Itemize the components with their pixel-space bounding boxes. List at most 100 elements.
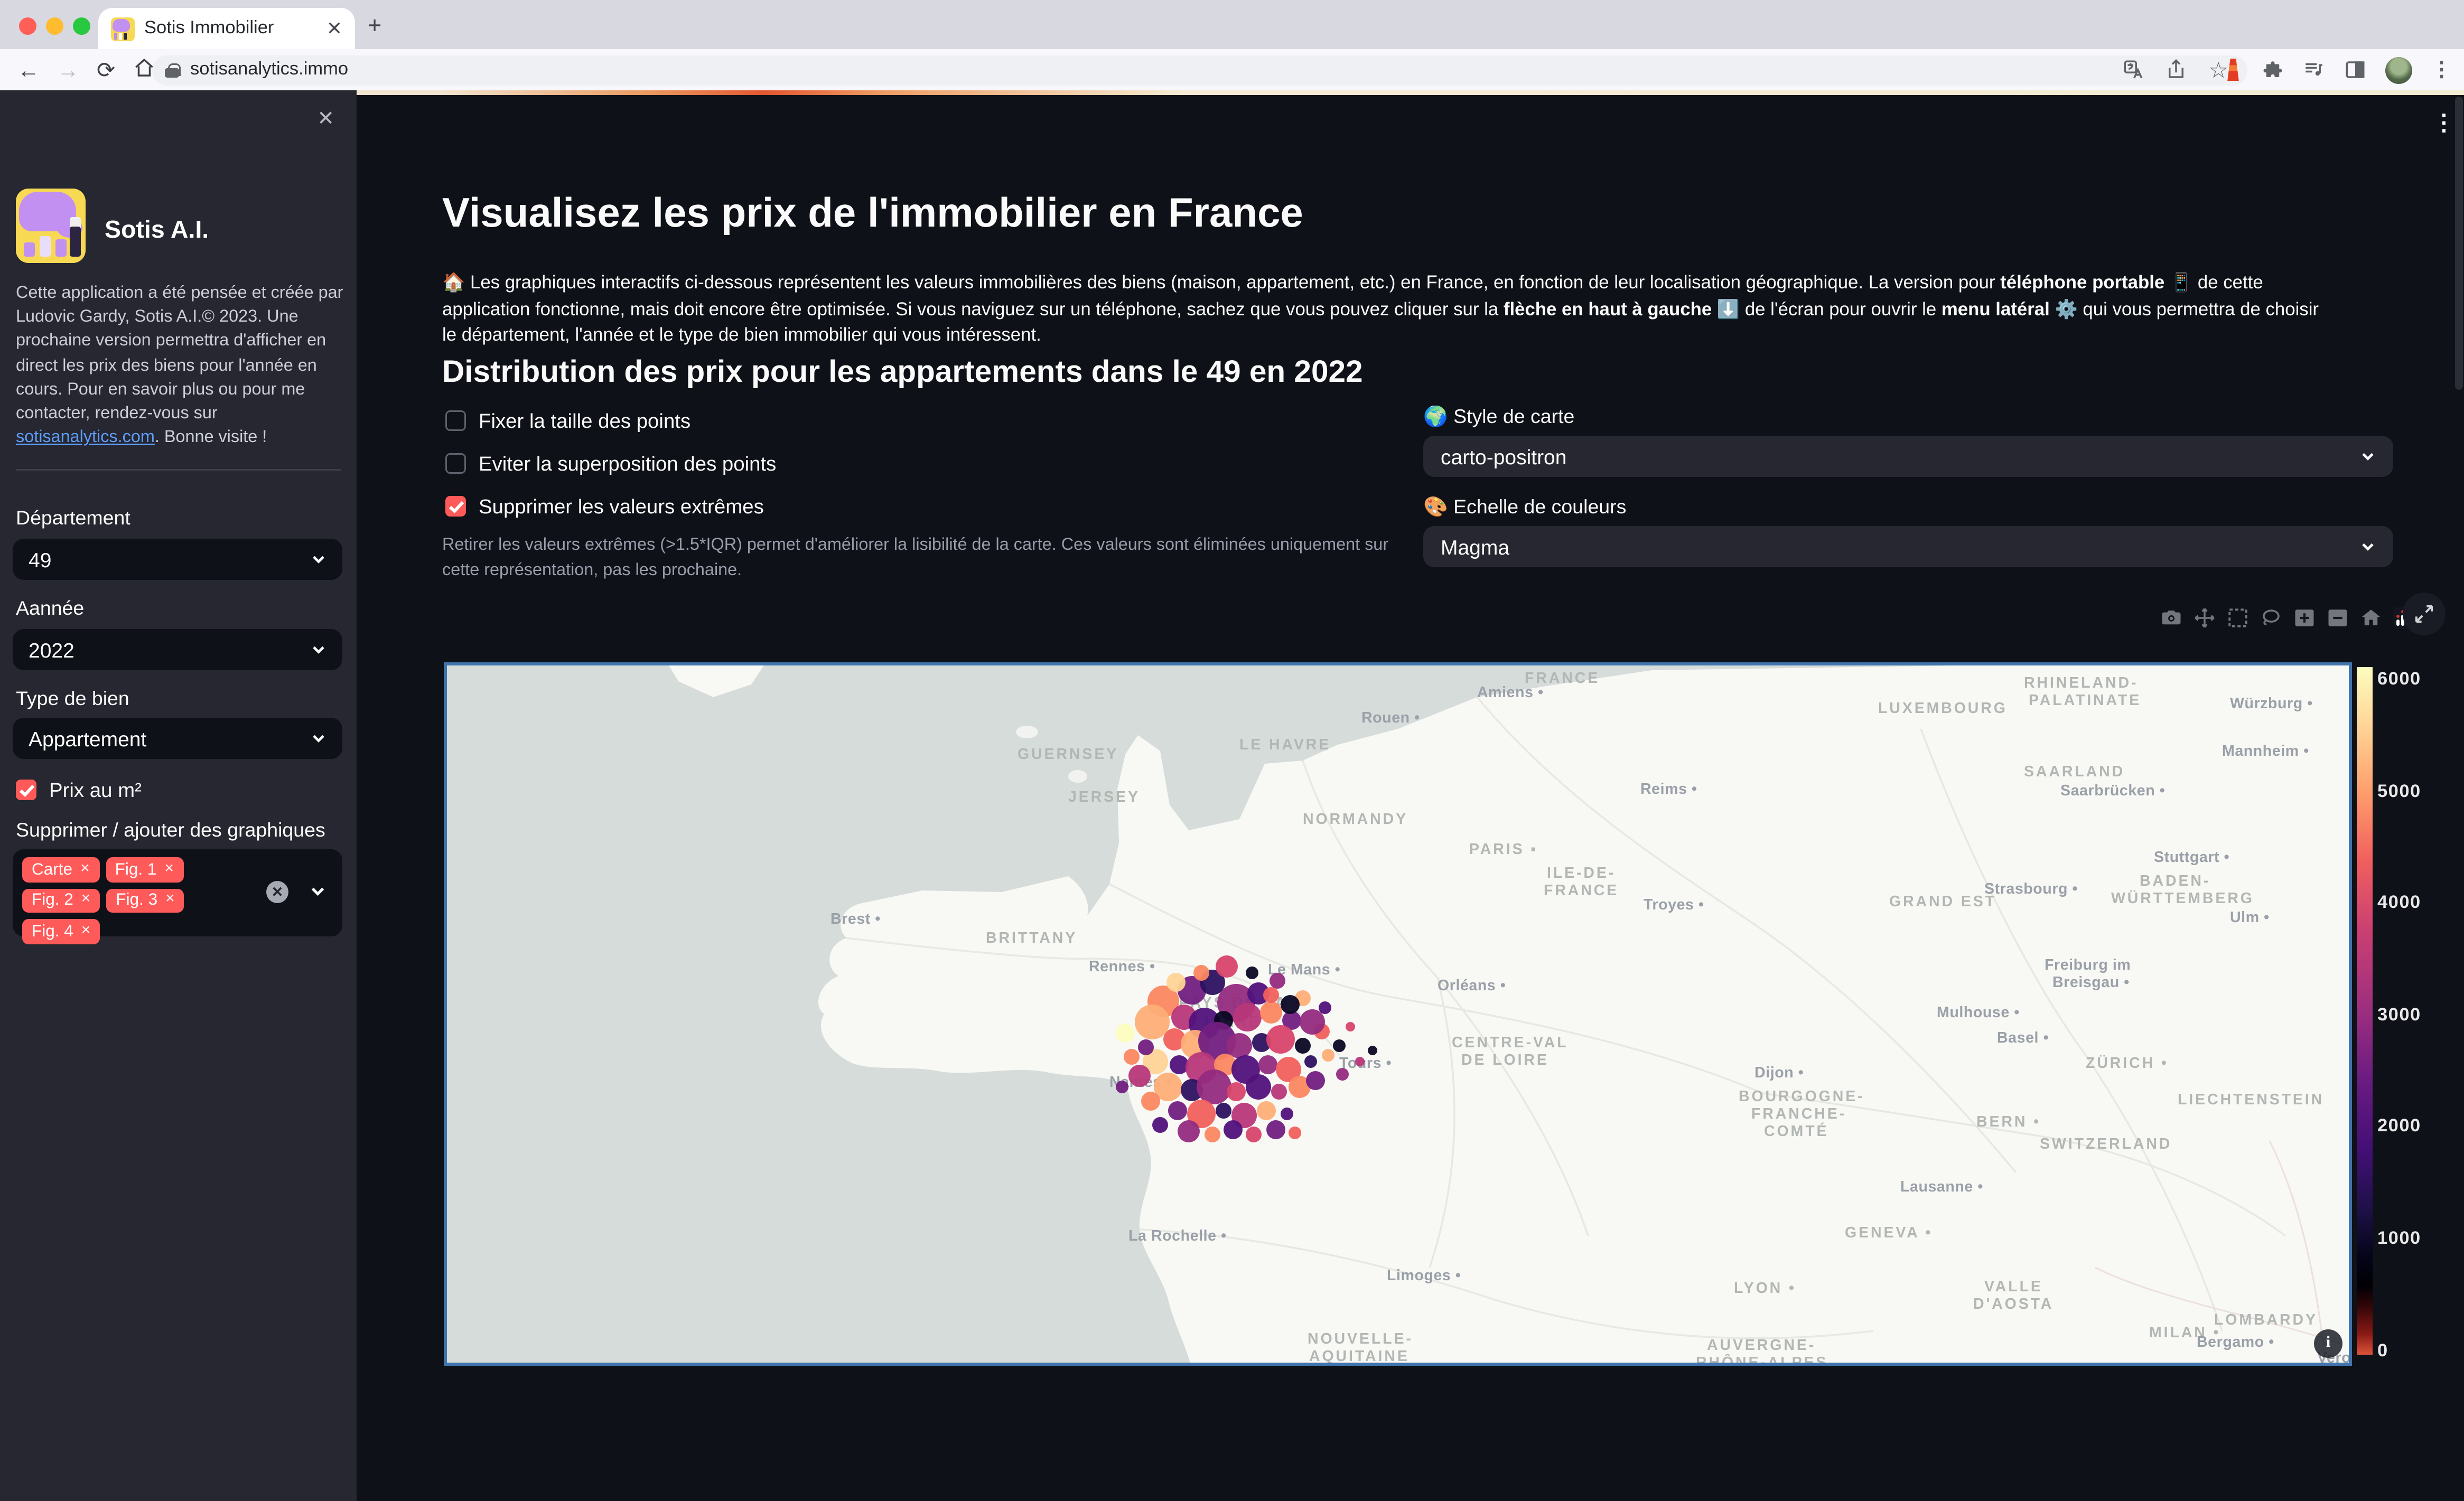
price-point[interactable] bbox=[1205, 1127, 1220, 1142]
back-icon[interactable]: ← bbox=[17, 57, 40, 82]
map-info-icon[interactable]: i bbox=[2314, 1329, 2342, 1358]
price-point[interactable] bbox=[1281, 995, 1300, 1014]
fix-size-checkbox[interactable]: Fixer la taille des points bbox=[445, 409, 690, 433]
translate-icon[interactable] bbox=[2123, 59, 2145, 81]
avoid-overlap-checkbox[interactable]: Eviter la superposition des points bbox=[445, 452, 776, 475]
price-point[interactable] bbox=[1306, 1071, 1325, 1090]
macos-minimize-button[interactable] bbox=[46, 17, 63, 35]
tab-close-icon[interactable]: ✕ bbox=[326, 19, 342, 38]
lock-icon[interactable] bbox=[165, 63, 179, 77]
multiselect-tag[interactable]: Fig. 3× bbox=[106, 888, 184, 913]
pan-icon[interactable] bbox=[2194, 607, 2216, 629]
forward-icon[interactable]: → bbox=[57, 57, 79, 82]
tag-remove-icon[interactable]: × bbox=[81, 893, 91, 908]
price-point[interactable] bbox=[1128, 1065, 1151, 1087]
price-point[interactable] bbox=[1260, 1001, 1282, 1024]
extension-lighthouse-icon[interactable] bbox=[2224, 59, 2243, 81]
price-point[interactable] bbox=[1141, 1092, 1160, 1111]
zoom-in-icon[interactable] bbox=[2293, 607, 2316, 629]
price-point[interactable] bbox=[1138, 1039, 1154, 1055]
playlist-icon[interactable] bbox=[2303, 59, 2325, 81]
price-point[interactable] bbox=[1233, 1003, 1262, 1031]
extensions-puzzle-icon[interactable] bbox=[2262, 59, 2284, 81]
share-icon[interactable] bbox=[2166, 59, 2188, 81]
price-point[interactable] bbox=[1258, 1055, 1277, 1074]
price-point[interactable] bbox=[1266, 1025, 1295, 1054]
tag-remove-icon[interactable]: × bbox=[165, 893, 175, 908]
lasso-select-icon[interactable] bbox=[2260, 607, 2282, 629]
home-icon[interactable] bbox=[133, 57, 155, 83]
remove-outliers-checkbox[interactable]: Supprimer les valeurs extrêmes bbox=[445, 494, 764, 518]
color-scale-select[interactable]: Magma bbox=[1423, 526, 2393, 567]
macos-fullscreen-button[interactable] bbox=[73, 17, 90, 35]
app-menu-icon[interactable]: ⋮ bbox=[2433, 109, 2455, 136]
price-point[interactable] bbox=[1246, 967, 1258, 979]
price-point[interactable] bbox=[1304, 1055, 1317, 1068]
price-point[interactable] bbox=[1346, 1022, 1355, 1031]
tag-remove-icon[interactable]: × bbox=[81, 923, 91, 939]
price-map[interactable]: FRANCEAmiens •RHINELAND-PALATINATELUXEMB… bbox=[444, 662, 2352, 1366]
multiselect-tag[interactable]: Fig. 4× bbox=[22, 919, 100, 944]
price-point[interactable] bbox=[1322, 1049, 1334, 1062]
price-point[interactable] bbox=[1333, 1039, 1346, 1052]
tag-remove-icon[interactable]: × bbox=[164, 861, 174, 877]
chrome-menu-icon[interactable]: ⋮ bbox=[2431, 57, 2452, 82]
price-point[interactable] bbox=[1281, 1108, 1293, 1120]
price-point[interactable] bbox=[1216, 955, 1238, 978]
price-point[interactable] bbox=[1271, 1084, 1287, 1100]
price-point[interactable] bbox=[1227, 1082, 1246, 1101]
price-point[interactable] bbox=[1124, 1049, 1140, 1065]
map-style-select[interactable]: carto-positron bbox=[1423, 436, 2393, 477]
new-tab-button[interactable]: + bbox=[368, 14, 381, 38]
box-select-icon[interactable] bbox=[2227, 607, 2249, 629]
zoom-out-icon[interactable] bbox=[2327, 607, 2349, 629]
price-point[interactable] bbox=[1295, 1038, 1311, 1054]
price-point[interactable] bbox=[1266, 1120, 1285, 1139]
price-point[interactable] bbox=[1263, 987, 1279, 1003]
price-point[interactable] bbox=[1355, 1057, 1365, 1066]
price-point[interactable] bbox=[1116, 1081, 1128, 1093]
price-point[interactable] bbox=[1289, 1127, 1301, 1139]
price-point[interactable] bbox=[1178, 1120, 1200, 1142]
price-point[interactable] bbox=[1216, 1103, 1231, 1119]
price-point[interactable] bbox=[1300, 1009, 1325, 1035]
tag-remove-icon[interactable]: × bbox=[80, 861, 90, 877]
checkbox-icon[interactable] bbox=[445, 453, 466, 474]
checkbox-icon[interactable] bbox=[445, 410, 466, 431]
type-bien-select[interactable]: Appartement bbox=[13, 718, 342, 759]
macos-close-button[interactable] bbox=[19, 17, 36, 35]
checkbox-checked-icon[interactable] bbox=[445, 496, 466, 517]
price-point[interactable] bbox=[1246, 1127, 1262, 1142]
url-text[interactable]: sotisanalytics.immo bbox=[190, 60, 2123, 79]
price-point[interactable] bbox=[1135, 1005, 1170, 1039]
clear-all-icon[interactable]: ✕ bbox=[266, 881, 288, 903]
price-point[interactable] bbox=[1270, 973, 1285, 989]
browser-tab[interactable]: Sotis Immobilier ✕ bbox=[98, 8, 355, 49]
fullscreen-expand-icon[interactable] bbox=[2403, 593, 2446, 635]
checkbox-checked-icon[interactable] bbox=[16, 780, 36, 800]
price-point[interactable] bbox=[1152, 1117, 1168, 1133]
sidebar-close-icon[interactable]: ✕ bbox=[317, 106, 334, 132]
multiselect-tag[interactable]: Fig. 2× bbox=[22, 888, 100, 913]
price-point[interactable] bbox=[1193, 965, 1209, 981]
price-point[interactable] bbox=[1257, 1101, 1276, 1120]
graph-multiselect[interactable]: Carte×Fig. 1×Fig. 2×Fig. 3×Fig. 4× ✕ bbox=[13, 849, 342, 936]
sotisanalytics-link[interactable]: sotisanalytics.com bbox=[16, 428, 155, 447]
departement-select[interactable]: 49 bbox=[13, 539, 342, 580]
price-point[interactable] bbox=[1168, 1101, 1187, 1120]
prix-m2-checkbox[interactable]: Prix au m² bbox=[16, 778, 142, 802]
camera-download-icon[interactable] bbox=[2160, 607, 2182, 629]
side-panel-icon[interactable] bbox=[2344, 59, 2366, 81]
address-bar[interactable]: sotisanalytics.immo ☆ bbox=[152, 55, 2247, 85]
annee-select[interactable]: 2022 bbox=[13, 629, 342, 670]
price-point[interactable] bbox=[1224, 1120, 1243, 1139]
multiselect-tag[interactable]: Fig. 1× bbox=[106, 857, 183, 882]
reload-icon[interactable]: ⟳ bbox=[97, 57, 115, 83]
price-point[interactable] bbox=[1368, 1046, 1377, 1055]
scrollbar-thumb[interactable] bbox=[2455, 97, 2463, 390]
multiselect-tag[interactable]: Carte× bbox=[22, 857, 99, 882]
price-point[interactable] bbox=[1166, 973, 1186, 992]
profile-avatar[interactable] bbox=[2385, 57, 2412, 83]
price-point[interactable] bbox=[1116, 1024, 1135, 1043]
price-point[interactable] bbox=[1336, 1068, 1349, 1081]
